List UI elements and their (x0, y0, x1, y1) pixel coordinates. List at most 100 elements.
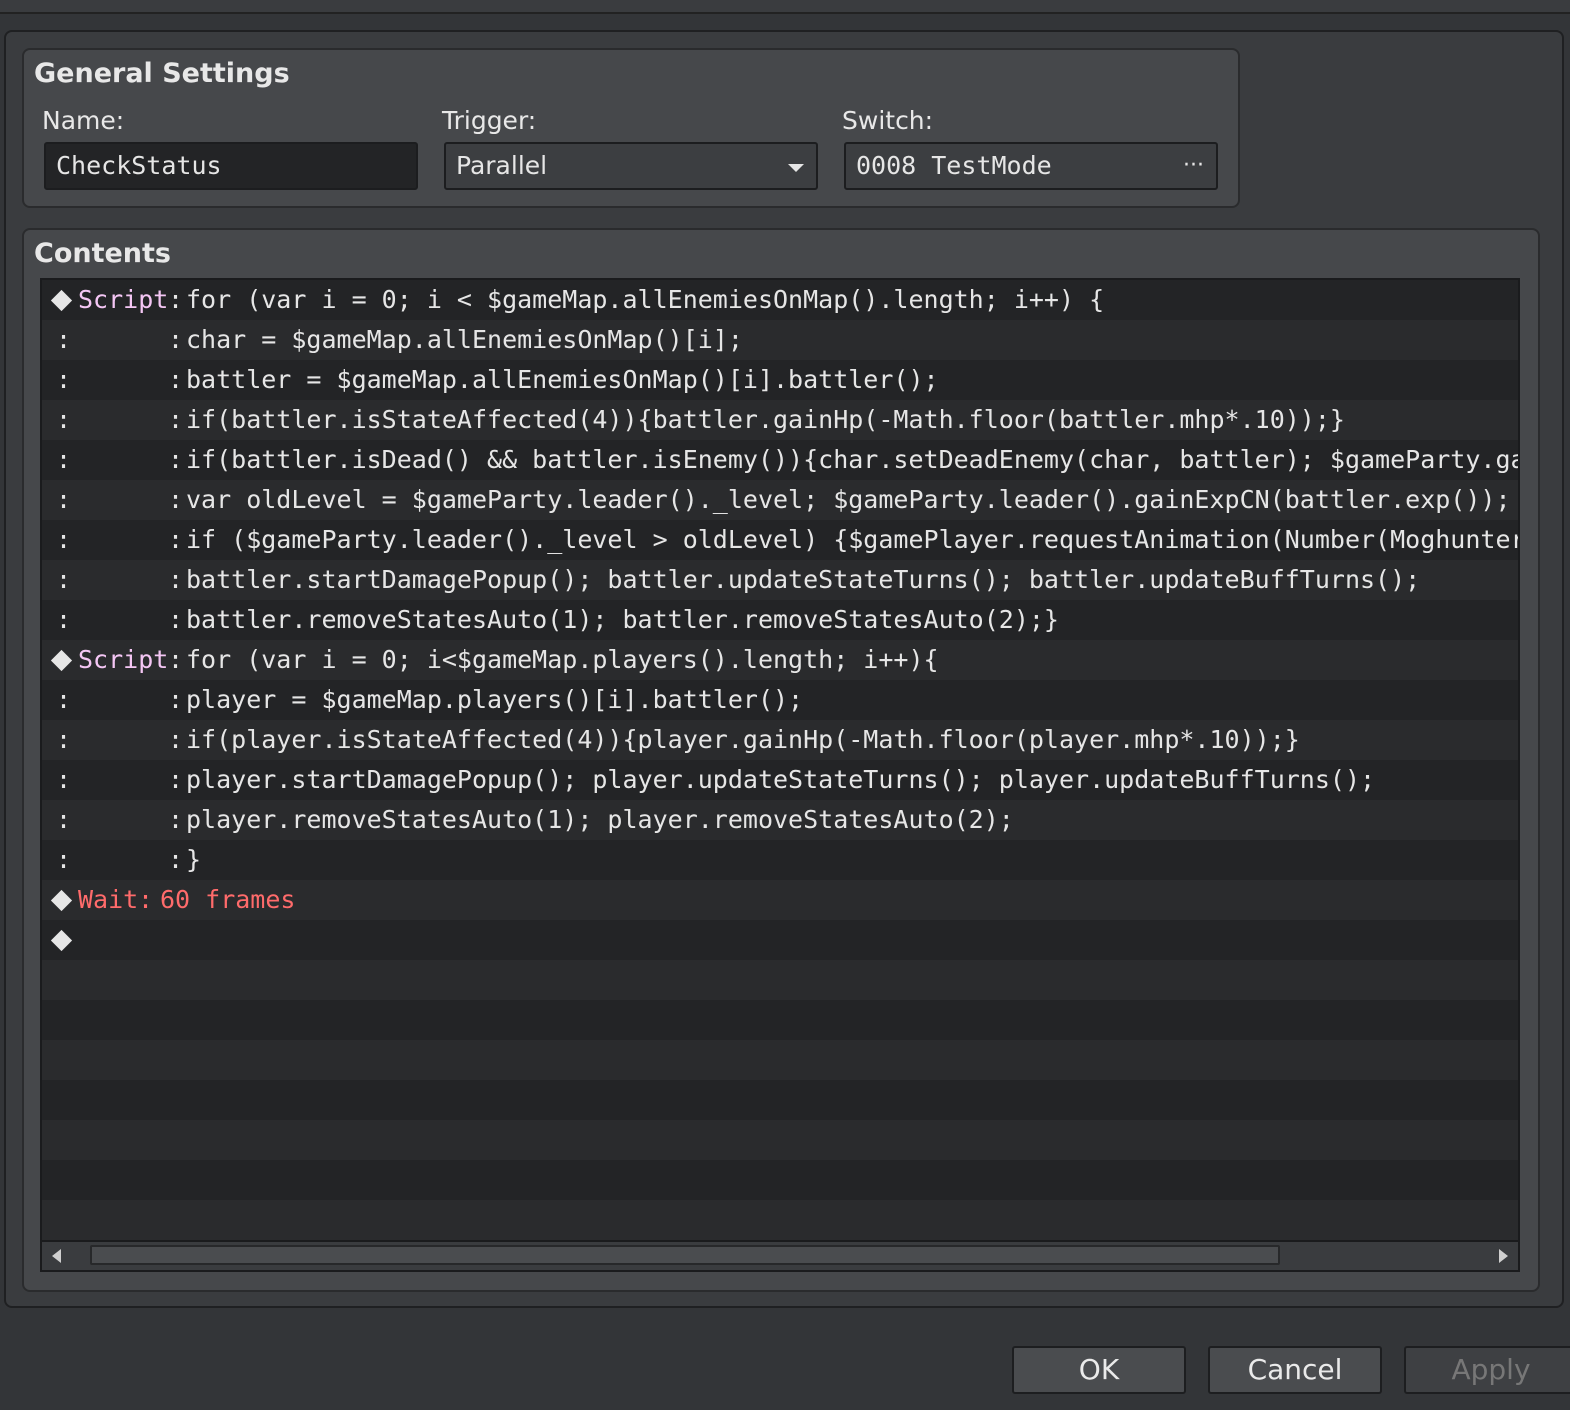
separator: : (168, 525, 184, 554)
command-list[interactable]: Script: for (var i = 0; i < $gameMap.allE… (40, 278, 1520, 1272)
command-code: player.removeStatesAuto(1); player.remov… (186, 805, 1014, 834)
chevron-down-icon (788, 164, 804, 172)
scroll-right-icon[interactable] (1499, 1249, 1508, 1263)
command-name: Script (78, 645, 169, 674)
command-code: if(player.isStateAffected(4)){player.gai… (186, 725, 1300, 754)
list-empty-row[interactable] (42, 1160, 1518, 1200)
continuation-marker: : (56, 365, 72, 394)
trigger-label: Trigger: (442, 106, 537, 135)
trigger-select[interactable]: Parallel (444, 142, 818, 190)
diamond-icon (50, 929, 73, 952)
separator: : (168, 405, 184, 434)
script-continuation-row[interactable]: :: if(battler.isStateAffected(4)){battle… (42, 400, 1518, 440)
switch-label: Switch: (842, 106, 934, 135)
trigger-select-value: Parallel (456, 151, 548, 180)
wait-command-row[interactable]: Wait:60 frames (42, 880, 1518, 920)
cancel-button[interactable]: Cancel (1208, 1346, 1382, 1394)
list-empty-row[interactable] (42, 1200, 1518, 1240)
script-continuation-row[interactable]: :: char = $gameMap.allEnemiesOnMap()[i]; (42, 320, 1518, 360)
horizontal-scrollbar[interactable] (42, 1240, 1518, 1270)
general-settings-title: General Settings (34, 58, 290, 89)
continuation-marker: : (56, 605, 72, 634)
command-code: for (var i = 0; i<$gameMap.players().len… (186, 645, 939, 674)
command-code: } (186, 845, 202, 874)
separator: : (168, 485, 184, 514)
continuation-marker: : (56, 805, 72, 834)
list-empty-row[interactable] (42, 1000, 1518, 1040)
separator: : (168, 565, 184, 594)
script-continuation-row[interactable]: :: var oldLevel = $gameParty.leader()._le… (42, 480, 1518, 520)
separator: : (168, 645, 184, 674)
ok-button[interactable]: OK (1012, 1346, 1186, 1394)
command-name: Script (78, 285, 169, 314)
diamond-icon (50, 889, 73, 912)
scroll-left-icon[interactable] (52, 1249, 61, 1263)
command-code: if(battler.isDead() && battler.isEnemy()… (186, 445, 1520, 474)
list-empty-row[interactable] (42, 1040, 1518, 1080)
diamond-icon (50, 649, 73, 672)
continuation-marker: : (56, 485, 72, 514)
separator: : (168, 605, 184, 634)
separator: : (138, 885, 154, 914)
script-command-row[interactable]: Script: for (var i = 0; i < $gameMap.allE… (42, 280, 1518, 320)
script-continuation-row[interactable]: :: player.removeStatesAuto(1); player.rem… (42, 800, 1518, 840)
window-top-bar (0, 0, 1570, 14)
event-page-dialog: General Settings Name: CheckStatus Trigg… (4, 30, 1564, 1308)
command-code: player.startDamagePopup(); player.update… (186, 765, 1376, 794)
script-continuation-row[interactable]: :: if(player.isStateAffected(4)){player.g… (42, 720, 1518, 760)
ellipsis-icon[interactable]: ··· (1183, 144, 1204, 188)
apply-button[interactable]: Apply (1404, 1346, 1570, 1394)
list-empty-row[interactable] (42, 1120, 1518, 1160)
name-input[interactable]: CheckStatus (44, 142, 418, 190)
command-code: battler = $gameMap.allEnemiesOnMap()[i].… (186, 365, 939, 394)
script-continuation-row[interactable]: :: player.startDamagePopup(); player.upda… (42, 760, 1518, 800)
separator: : (168, 325, 184, 354)
script-continuation-row[interactable]: :: player = $gameMap.players()[i].battler… (42, 680, 1518, 720)
script-continuation-row[interactable]: :: battler.removeStatesAuto(1); battler.r… (42, 600, 1518, 640)
list-empty-row[interactable] (42, 1080, 1518, 1120)
continuation-marker: : (56, 685, 72, 714)
script-continuation-row[interactable]: :: battler.startDamagePopup(); battler.up… (42, 560, 1518, 600)
script-continuation-row[interactable]: :: battler = $gameMap.allEnemiesOnMap()[i… (42, 360, 1518, 400)
command-code: if ($gameParty.leader()._level > oldLeve… (186, 525, 1520, 554)
script-continuation-row[interactable]: ::} (42, 840, 1518, 880)
continuation-marker: : (56, 725, 72, 754)
contents-group: Contents Script: for (var i = 0; i < $gam… (22, 228, 1540, 1292)
command-code: for (var i = 0; i < $gameMap.allEnemiesO… (186, 285, 1105, 314)
continuation-marker: : (56, 565, 72, 594)
switch-value: 0008 TestMode (856, 151, 1052, 180)
separator: : (168, 365, 184, 394)
script-continuation-row[interactable]: :: if(battler.isDead() && battler.isEnemy… (42, 440, 1518, 480)
separator: : (168, 685, 184, 714)
general-settings-group: General Settings Name: CheckStatus Trigg… (22, 48, 1240, 208)
contents-title: Contents (34, 238, 172, 269)
diamond-icon (50, 289, 73, 312)
switch-field[interactable]: 0008 TestMode ··· (844, 142, 1218, 190)
command-name: Wait (78, 885, 139, 914)
command-code: player = $gameMap.players()[i].battler()… (186, 685, 804, 714)
separator: : (168, 285, 184, 314)
command-code: if(battler.isStateAffected(4)){battler.g… (186, 405, 1345, 434)
separator: : (168, 765, 184, 794)
continuation-marker: : (56, 445, 72, 474)
scrollbar-thumb[interactable] (90, 1245, 1280, 1265)
separator: : (168, 845, 184, 874)
command-code: 60 frames (160, 885, 296, 914)
separator: : (168, 805, 184, 834)
continuation-marker: : (56, 845, 72, 874)
separator: : (168, 445, 184, 474)
separator: : (168, 725, 184, 754)
name-label: Name: (42, 106, 125, 135)
command-code: battler.startDamagePopup(); battler.upda… (186, 565, 1421, 594)
continuation-marker: : (56, 325, 72, 354)
command-code: var oldLevel = $gameParty.leader()._leve… (186, 485, 1511, 514)
list-empty-row[interactable] (42, 960, 1518, 1000)
continuation-marker: : (56, 765, 72, 794)
command-code: battler.removeStatesAuto(1); battler.rem… (186, 605, 1059, 634)
continuation-marker: : (56, 525, 72, 554)
script-continuation-row[interactable]: :: if ($gameParty.leader()._level > oldLe… (42, 520, 1518, 560)
script-command-row[interactable]: Script: for (var i = 0; i<$gameMap.player… (42, 640, 1518, 680)
command-code: char = $gameMap.allEnemiesOnMap()[i]; (186, 325, 743, 354)
end-command-row[interactable] (42, 920, 1518, 960)
continuation-marker: : (56, 405, 72, 434)
